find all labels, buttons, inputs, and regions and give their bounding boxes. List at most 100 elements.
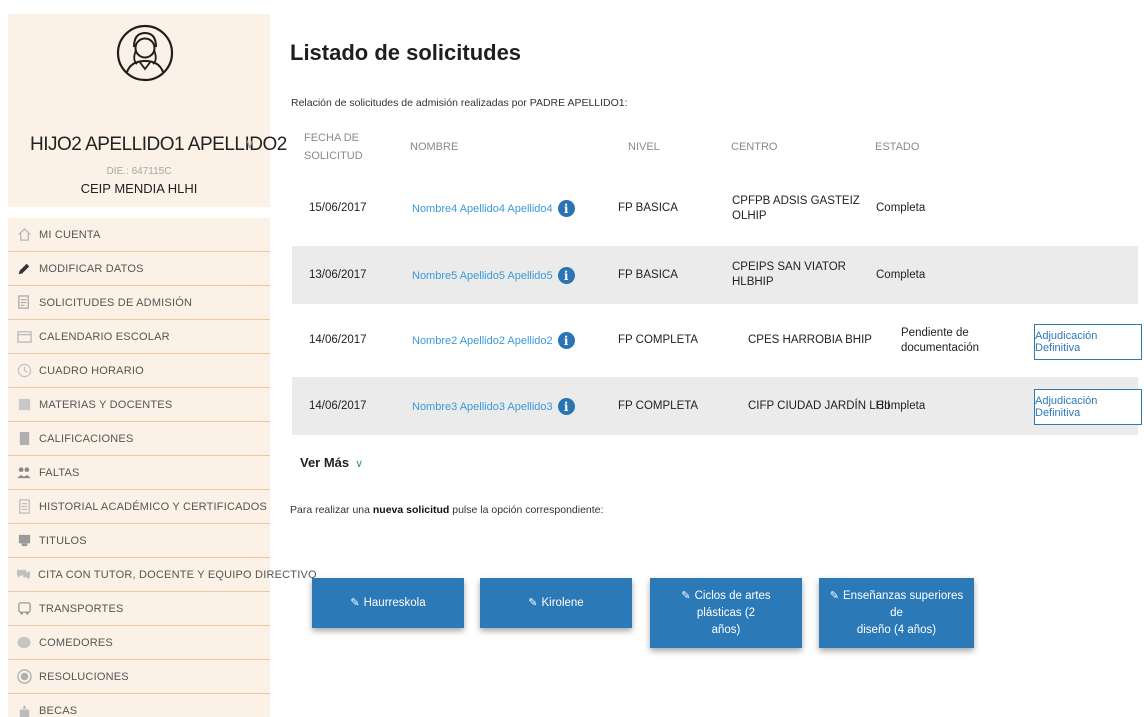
fecha-cell: 14/06/2017: [309, 400, 367, 412]
adjudicacion-definitiva-button[interactable]: Adjudicación Definitiva: [1034, 389, 1142, 425]
table-row: 14/06/2017 Nombre2 Apellido2 Apellido2 i…: [292, 312, 1142, 370]
ver-mas-link[interactable]: Ver Más ∨: [300, 455, 363, 470]
sidebar-item-materias-docentes[interactable]: MATERIAS Y DOCENTES: [8, 388, 270, 422]
nivel-cell: FP COMPLETA: [618, 400, 699, 412]
sidebar-item-modificar-datos[interactable]: MODIFICAR DATOS: [8, 252, 270, 286]
button-label[interactable]: Kirolene: [542, 595, 584, 612]
sidebar-item-label: MODIFICAR DATOS: [39, 262, 144, 275]
certificate-icon: [16, 499, 32, 515]
sidebar-item-label: CUADRO HORARIO: [39, 364, 144, 377]
sidebar-item-mi-cuenta[interactable]: MI CUENTA: [8, 218, 270, 252]
nivel-cell: FP COMPLETA: [618, 334, 699, 346]
chat-icon: [16, 567, 31, 583]
table-row: 14/06/2017 Nombre3 Apellido3 Apellido3 i…: [292, 377, 1142, 435]
ver-mas-label[interactable]: Ver Más: [300, 455, 349, 470]
info-icon[interactable]: i: [557, 332, 575, 349]
sidebar-item-titulos[interactable]: TITULOS: [8, 524, 270, 558]
bus-icon: [16, 601, 32, 617]
table-row: 15/06/2017 Nombre4 Apellido4 Apellido4 i…: [292, 180, 1138, 238]
solicitud-name[interactable]: Nombre5 Apellido5 Apellido5: [412, 270, 553, 282]
sidebar-item-calendario-escolar[interactable]: CALENDARIO ESCOLAR: [8, 320, 270, 354]
sidebar-item-solicitudes-admision[interactable]: SOLICITUDES DE ADMISIÓN: [8, 286, 270, 320]
solicitud-name-link[interactable]: Nombre3 Apellido3 Apellido3 i: [412, 398, 575, 415]
centro-cell: CIFP CIUDAD JARDÍN LHII: [748, 400, 891, 412]
pencil-icon: ✎: [528, 596, 538, 609]
estado-cell: Completa: [876, 202, 926, 214]
solicitud-name[interactable]: Nombre2 Apellido2 Apellido2: [412, 335, 553, 347]
centro-line2: HLBHIP: [732, 276, 774, 288]
button-label-line1[interactable]: Enseñanzas superiores de: [843, 590, 963, 619]
sidebar-item-label: TITULOS: [39, 534, 87, 547]
info-icon[interactable]: i: [557, 200, 575, 217]
estado-line2: documentación: [901, 342, 979, 354]
sidebar-item-comedores[interactable]: COMEDORES: [8, 626, 270, 660]
sidebar-item-label: CALENDARIO ESCOLAR: [39, 330, 170, 343]
new-request-instructions: Para realizar una nueva solicitud pulse …: [290, 504, 603, 516]
calendar-icon: [16, 329, 32, 345]
centro-line1: CPEIPS SAN VIATOR: [732, 261, 846, 273]
sidebar-item-cita-tutor[interactable]: CITA CON TUTOR, DOCENTE Y EQUIPO DIRECTI…: [8, 558, 317, 592]
relation-text: Relación de solicitudes de admisión real…: [291, 97, 628, 109]
die-number: DIE.: 647115C: [106, 166, 172, 177]
sidebar-item-label: BECAS: [39, 705, 78, 717]
pencil-icon: ✎: [350, 596, 360, 609]
column-estado: ESTADO: [875, 141, 920, 153]
button-label-wrap[interactable]: ✎ Ciclos de artes plásticas (2 años): [658, 588, 794, 639]
column-nivel: NIVEL: [628, 141, 660, 153]
dining-icon: [16, 635, 32, 651]
column-centro: CENTRO: [731, 141, 778, 153]
sidebar-item-label: CITA CON TUTOR, DOCENTE Y EQUIPO DIRECTI…: [38, 568, 317, 581]
chevron-down-icon[interactable]: ∨: [245, 136, 255, 152]
estado-cell: Pendiente de documentación: [901, 326, 979, 356]
button-label[interactable]: Haurreskola: [364, 595, 426, 612]
table-row: 13/06/2017 Nombre5 Apellido5 Apellido5 i…: [292, 246, 1138, 304]
kirolene-button[interactable]: ✎ Kirolene: [480, 578, 632, 628]
info-icon[interactable]: i: [557, 398, 575, 415]
table-header: FECHA DE SOLICITUD NOMBRE NIVEL CENTRO E…: [290, 125, 1138, 175]
haurreskola-button[interactable]: ✎ Haurreskola: [312, 578, 464, 628]
sidebar-menu: MI CUENTA MODIFICAR DATOS SOLICITUDES DE…: [8, 218, 317, 717]
sidebar-item-becas[interactable]: BECAS: [8, 694, 270, 717]
sidebar-item-historial-academico[interactable]: HISTORIAL ACADÉMICO Y CERTIFICADOS: [8, 490, 270, 524]
chevron-down-icon[interactable]: ∨: [355, 458, 363, 470]
student-profile: HIJO2 APELLIDO1 APELLIDO2 ∨ DIE.: 647115…: [8, 14, 287, 207]
fecha-cell: 15/06/2017: [309, 202, 367, 214]
sidebar-item-resoluciones[interactable]: RESOLUCIONES: [8, 660, 270, 694]
sidebar-item-label: RESOLUCIONES: [39, 670, 129, 683]
ciclos-artes-plasticas-button[interactable]: ✎ Ciclos de artes plásticas (2 años): [650, 578, 802, 648]
sidebar: HIJO2 APELLIDO1 APELLIDO2 ∨ DIE.: 647115…: [0, 0, 317, 717]
centro-cell: CPFPB ADSIS GASTEIZ OLHIP: [732, 194, 860, 224]
info-icon[interactable]: i: [557, 267, 575, 284]
column-fecha-line1: FECHA DE: [304, 132, 360, 144]
estado-cell: Completa: [876, 269, 926, 281]
sidebar-item-label: CALIFICACIONES: [39, 432, 134, 445]
ensenanzas-superiores-diseno-button[interactable]: ✎ Enseñanzas superiores de diseño (4 años…: [819, 578, 974, 648]
solicitud-name-link[interactable]: Nombre4 Apellido4 Apellido4 i: [412, 200, 575, 217]
sidebar-item-calificaciones[interactable]: CALIFICACIONES: [8, 422, 270, 456]
home-icon: [16, 227, 32, 243]
document-icon: [16, 295, 32, 311]
people-icon: [16, 465, 32, 481]
solicitud-name[interactable]: Nombre3 Apellido3 Apellido3: [412, 401, 553, 413]
button-label-wrap[interactable]: ✎ Enseñanzas superiores de diseño (4 años…: [827, 588, 966, 639]
sidebar-item-cuadro-horario[interactable]: CUADRO HORARIO: [8, 354, 270, 388]
centro-cell: CPEIPS SAN VIATOR HLBHIP: [732, 260, 846, 290]
pencil-icon: ✎: [681, 589, 691, 602]
scholarship-icon: [16, 703, 32, 717]
sidebar-item-faltas[interactable]: FALTAS: [8, 456, 270, 490]
column-nombre: NOMBRE: [410, 141, 459, 153]
sidebar-item-label: MI CUENTA: [39, 228, 101, 241]
solicitud-name[interactable]: Nombre4 Apellido4 Apellido4: [412, 203, 553, 215]
button-label-line1[interactable]: Ciclos de artes plásticas (2: [695, 590, 771, 619]
fecha-cell: 14/06/2017: [309, 334, 367, 346]
solicitud-name-link[interactable]: Nombre5 Apellido5 Apellido5 i: [412, 267, 575, 284]
button-label-line2[interactable]: años): [658, 622, 794, 639]
pencil-icon: [16, 261, 32, 277]
button-label-line2[interactable]: diseño (4 años): [827, 622, 966, 639]
adjudicacion-definitiva-button[interactable]: Adjudicación Definitiva: [1034, 324, 1142, 360]
sidebar-item-label: MATERIAS Y DOCENTES: [39, 398, 173, 411]
new-request-prefix: Para realizar una: [290, 504, 373, 516]
solicitud-name-link[interactable]: Nombre2 Apellido2 Apellido2 i: [412, 332, 575, 349]
new-request-suffix: pulse la opción correspondiente:: [449, 504, 604, 516]
sidebar-item-transportes[interactable]: TRANSPORTES: [8, 592, 270, 626]
